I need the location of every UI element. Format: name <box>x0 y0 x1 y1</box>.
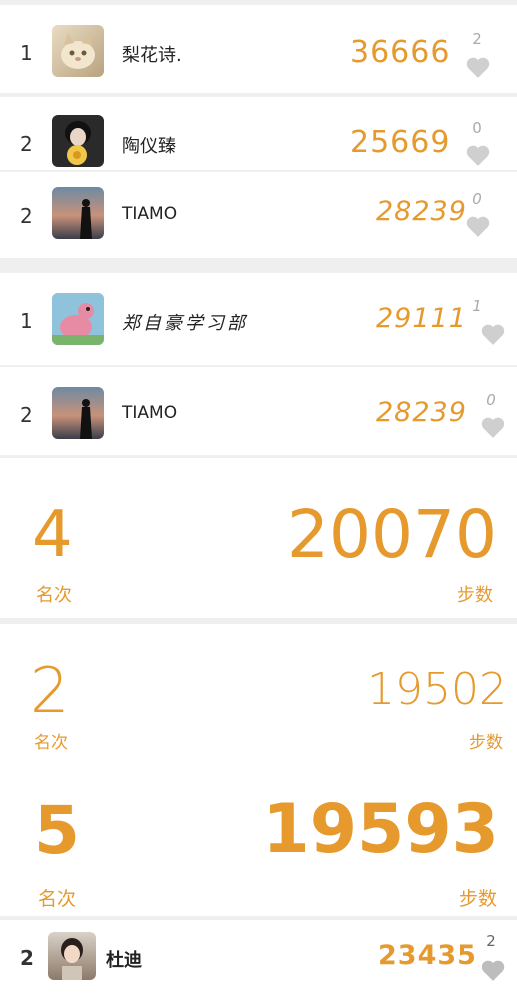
step-count: 28239 <box>376 196 467 227</box>
user-name: 郑自豪学习部 <box>122 313 248 334</box>
rank-number: 2 <box>20 204 33 228</box>
like-count: 1 <box>472 297 482 315</box>
rank-number: 2 <box>20 403 33 427</box>
heart-icon[interactable] <box>480 958 506 982</box>
rank-number: 2 <box>20 132 33 156</box>
leaderboard-row[interactable]: 2 杜迪 23435 2 <box>0 920 517 1000</box>
leaderboard-row[interactable]: 1 郑自豪学习部 29111 1 <box>0 273 517 365</box>
rank-value: 2 <box>30 654 70 727</box>
rank-value: 5 <box>34 792 80 869</box>
like-count: 2 <box>472 30 482 48</box>
step-count: 36666 <box>350 35 451 70</box>
heart-icon[interactable] <box>465 143 491 167</box>
steps-value: 19502 <box>367 664 507 715</box>
user-name: 陶仪臻 <box>122 136 176 157</box>
cartoon-avatar[interactable] <box>52 293 104 345</box>
rank-label: 名次 <box>34 733 68 753</box>
user-name: TIAMO <box>122 204 178 224</box>
steps-label: 步数 <box>469 733 503 753</box>
rank-number: 1 <box>20 41 33 65</box>
user-name: 杜迪 <box>106 950 142 971</box>
leaderboard-row[interactable]: 2 TIAMO 28239 0 <box>0 172 517 258</box>
girl-flower-avatar[interactable] <box>52 115 104 167</box>
steps-value: 20070 <box>287 496 497 573</box>
user-name: 梨花诗. <box>122 45 182 66</box>
stat-card: 4 名次 20070 步数 <box>0 458 517 618</box>
steps-value: 19593 <box>262 790 499 869</box>
rank-label: 名次 <box>36 585 72 606</box>
stat-card: 5 名次 19593 步数 <box>0 764 517 916</box>
rank-label: 名次 <box>38 888 77 910</box>
leaderboard-row[interactable]: 2 TIAMO 28239 0 <box>0 367 517 455</box>
rank-value: 4 <box>32 498 73 572</box>
sunset-silhouette-avatar[interactable] <box>52 387 104 439</box>
like-count: 2 <box>486 932 496 950</box>
step-count: 29111 <box>376 303 467 334</box>
user-name: TIAMO <box>122 403 178 423</box>
heart-icon[interactable] <box>480 415 506 439</box>
rank-number: 1 <box>20 309 33 333</box>
like-count: 0 <box>472 119 482 137</box>
like-count: 0 <box>486 391 496 409</box>
heart-icon[interactable] <box>465 214 491 238</box>
heart-icon[interactable] <box>480 322 506 346</box>
stat-card: 2 名次 19502 步数 <box>0 624 517 764</box>
heart-icon[interactable] <box>465 55 491 79</box>
step-count: 28239 <box>376 397 467 428</box>
cat-avatar[interactable] <box>52 25 104 77</box>
rank-number: 2 <box>20 946 34 970</box>
girl-avatar[interactable] <box>48 932 96 980</box>
like-count: 0 <box>472 190 482 208</box>
leaderboard-row[interactable]: 2 陶仪臻 25669 0 <box>0 97 517 170</box>
step-count: 23435 <box>378 940 477 971</box>
sunset-silhouette-avatar[interactable] <box>52 187 104 239</box>
leaderboard-row[interactable]: 1 梨花诗. 36666 2 <box>0 5 517 93</box>
steps-label: 步数 <box>457 585 493 606</box>
step-count: 25669 <box>350 125 451 160</box>
steps-label: 步数 <box>458 888 497 910</box>
